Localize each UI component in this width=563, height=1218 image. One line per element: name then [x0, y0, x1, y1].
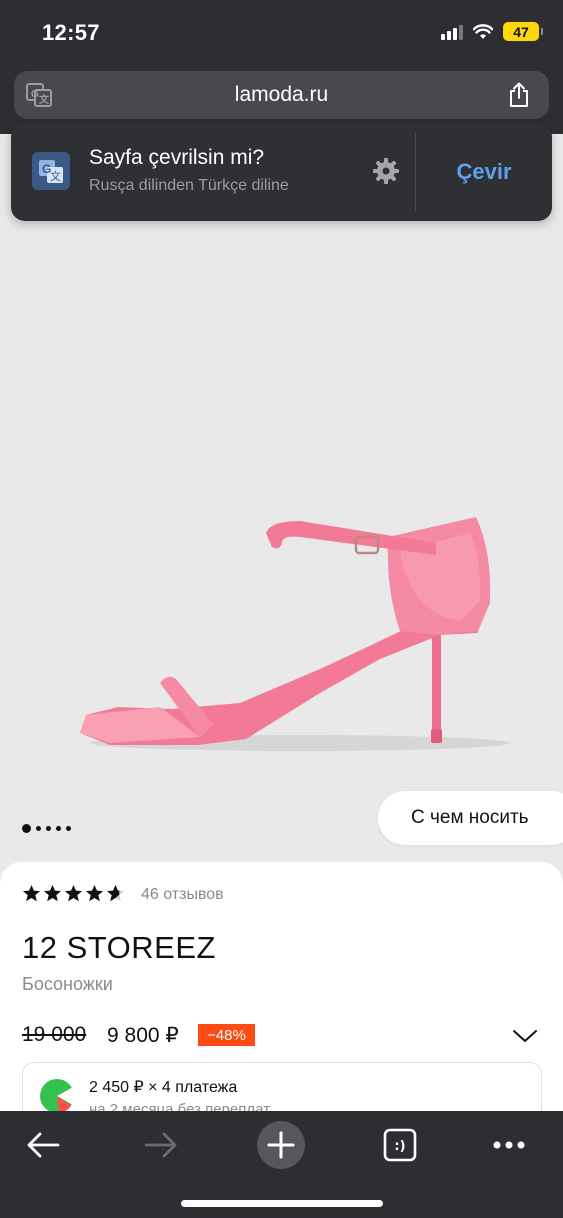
- url-text[interactable]: lamoda.ru: [14, 83, 549, 107]
- star-icon: [64, 884, 83, 902]
- svg-text:文: 文: [50, 169, 61, 183]
- battery-indicator: 47: [503, 22, 543, 41]
- cellular-signal-icon: [441, 24, 463, 40]
- tabs-button[interactable]: :): [370, 1120, 430, 1170]
- translate-button[interactable]: Çevir: [416, 123, 552, 221]
- status-icons: 47: [441, 22, 543, 41]
- translate-icon: G 文: [32, 152, 70, 190]
- product-brand[interactable]: 12 STOREEZ: [22, 930, 216, 966]
- rating-stars[interactable]: [22, 884, 125, 903]
- pagination-dot[interactable]: [36, 826, 41, 831]
- more-dots-icon: [493, 1141, 525, 1149]
- status-time: 12:57: [42, 20, 100, 45]
- reviews-count[interactable]: 46 отзывов: [141, 886, 224, 904]
- forward-button[interactable]: [131, 1120, 191, 1170]
- pagination-dot[interactable]: [56, 826, 61, 831]
- back-button[interactable]: [13, 1120, 73, 1170]
- chevron-down-icon[interactable]: [512, 1028, 538, 1044]
- current-price: 9 800 ₽: [107, 1024, 179, 1047]
- discount-badge: −48%: [198, 1024, 255, 1046]
- installments-amount: 2 450 ₽ × 4 платежа: [89, 1079, 238, 1096]
- old-price: 19 000: [22, 1023, 87, 1046]
- star-icon: [85, 884, 104, 902]
- pagination-dot[interactable]: [66, 826, 71, 831]
- translate-title: Sayfa çevrilsin mi?: [89, 146, 265, 169]
- wifi-icon: [473, 23, 493, 39]
- svg-text::): :): [394, 1139, 405, 1154]
- pagination-dot[interactable]: [22, 824, 31, 833]
- address-bar[interactable]: G 文 lamoda.ru: [14, 71, 549, 119]
- product-photo[interactable]: [0, 221, 563, 861]
- installments-logo-icon: [40, 1079, 75, 1113]
- gear-icon[interactable]: [372, 157, 400, 185]
- menu-button[interactable]: [479, 1120, 539, 1170]
- new-tab-button[interactable]: [251, 1120, 311, 1170]
- back-arrow-icon: [27, 1132, 60, 1158]
- star-icon: [22, 884, 41, 902]
- tabs-icon: :): [383, 1128, 417, 1162]
- wear-with-button[interactable]: С чем носить: [378, 791, 563, 845]
- home-indicator[interactable]: [181, 1200, 383, 1207]
- star-icon: [43, 884, 62, 902]
- translate-popup: G 文 Sayfa çevrilsin mi? Rusça dilinden T…: [11, 123, 552, 221]
- pagination-dot[interactable]: [46, 826, 51, 831]
- translate-subtitle: Rusça dilinden Türkçe diline: [89, 177, 289, 194]
- gallery-pagination[interactable]: [22, 824, 71, 833]
- product-type: Босоножки: [22, 974, 113, 994]
- browser-top-chrome: 12:57 47 G 文 lamoda.ru: [0, 0, 563, 134]
- share-icon[interactable]: [507, 82, 531, 108]
- half-star-icon: [106, 884, 125, 902]
- plus-icon: [257, 1121, 305, 1169]
- forward-arrow-icon: [144, 1132, 177, 1158]
